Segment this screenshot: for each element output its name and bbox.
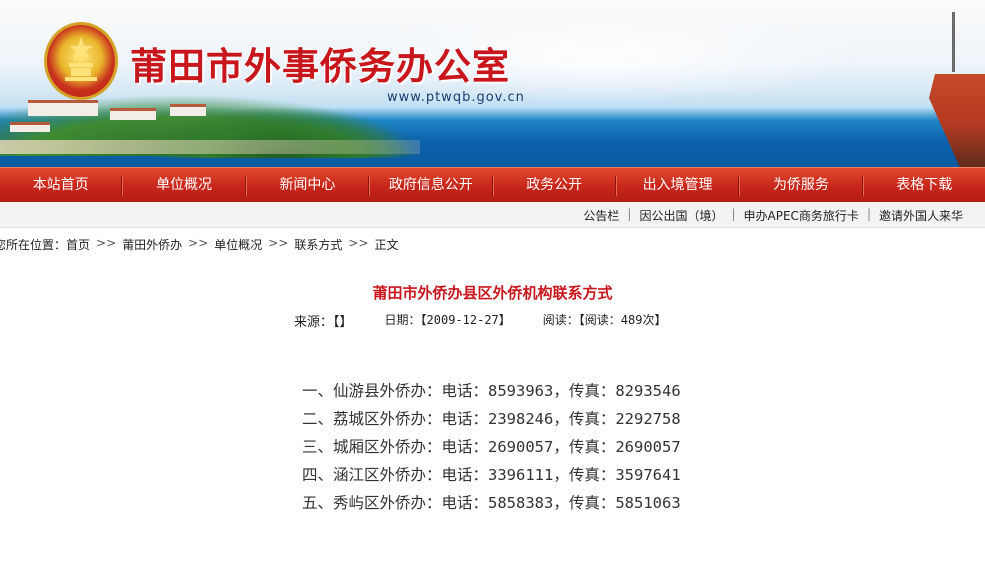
contact-line: 一、仙游县外侨办：电话：8593963，传真：8293546 — [302, 382, 681, 400]
article-title: 莆田市外侨办县区外侨机构联系方式 — [372, 284, 613, 302]
sub-links-bar: 公告栏 | 因公出国（境） | 申办APEC商务旅行卡 | 邀请外国人来华 — [0, 202, 985, 228]
breadcrumb-separator: >> — [96, 236, 117, 250]
article-read-count: 阅读：【阅读：489次】 — [542, 313, 667, 327]
sublink-invite-foreigners[interactable]: 邀请外国人来华 — [879, 207, 963, 224]
breadcrumb-separator: >> — [348, 236, 369, 250]
banner-building — [28, 100, 98, 116]
national-emblem-icon — [44, 22, 118, 100]
nav-item-gov-info[interactable]: 政府信息公开 — [370, 168, 491, 202]
contact-line: 四、涵江区外侨办：电话：3396111，传真：3597641 — [302, 466, 681, 484]
nav-item-exit-entry[interactable]: 出入境管理 — [617, 168, 738, 202]
banner-shore — [0, 140, 420, 154]
banner-building — [110, 108, 156, 120]
nav-item-about[interactable]: 单位概况 — [123, 168, 244, 202]
breadcrumb-separator: >> — [268, 236, 289, 250]
main-nav: 本站首页 单位概况 新闻中心 政府信息公开 政务公开 出入境管理 为侨服务 表格… — [0, 167, 985, 202]
banner-building — [10, 122, 50, 132]
ship-mast — [952, 12, 955, 72]
breadcrumb-separator: >> — [188, 236, 209, 250]
nav-item-affairs[interactable]: 政务公开 — [494, 168, 615, 202]
sublink-separator: | — [731, 207, 736, 221]
nav-item-news[interactable]: 新闻中心 — [247, 168, 368, 202]
breadcrumb-item-home[interactable]: 首页 — [66, 236, 90, 253]
breadcrumb-item-about[interactable]: 单位概况 — [214, 236, 262, 253]
sublink-separator: | — [866, 207, 871, 221]
site-title: 莆田市外事侨务办公室 — [130, 44, 510, 88]
article-source: 来源：【】 — [294, 315, 353, 330]
banner-building — [170, 104, 206, 116]
breadcrumb: 您所在位置： 首页 >> 莆田外侨办 >> 单位概况 >> 联系方式 >> 正文 — [0, 236, 399, 253]
nav-item-home[interactable]: 本站首页 — [0, 168, 121, 202]
sublink-official-travel[interactable]: 因公出国（境） — [639, 207, 723, 224]
article-date: 日期：【2009-12-27】 — [384, 313, 511, 327]
sublink-separator: | — [627, 207, 632, 221]
banner-ship — [929, 58, 985, 167]
nav-item-overseas-service[interactable]: 为侨服务 — [740, 168, 861, 202]
contact-line: 三、城厢区外侨办：电话：2690057，传真：2690057 — [302, 438, 681, 456]
breadcrumb-prefix: 您所在位置： — [0, 238, 67, 252]
contact-line: 二、荔城区外侨办：电话：2398246，传真：2292758 — [302, 410, 681, 428]
sublink-apec-card[interactable]: 申办APEC商务旅行卡 — [744, 207, 859, 224]
breadcrumb-item-contact[interactable]: 联系方式 — [294, 236, 342, 253]
article-body: 一、仙游县外侨办：电话：8593963，传真：8293546 二、荔城区外侨办：… — [302, 377, 681, 517]
article-meta: 来源：【】 日期：【2009-12-27】 阅读：【阅读：489次】 — [294, 311, 698, 330]
site-url: www.ptwqb.gov.cn — [387, 90, 525, 105]
sublink-notice-board[interactable]: 公告栏 — [583, 207, 619, 224]
nav-item-downloads[interactable]: 表格下载 — [864, 168, 985, 202]
breadcrumb-item-current: 正文 — [374, 238, 399, 252]
site-banner: 莆田市外事侨务办公室 www.ptwqb.gov.cn — [0, 0, 985, 167]
breadcrumb-item-office[interactable]: 莆田外侨办 — [122, 236, 182, 253]
contact-line: 五、秀屿区外侨办：电话：5858383，传真：5851063 — [302, 494, 681, 512]
